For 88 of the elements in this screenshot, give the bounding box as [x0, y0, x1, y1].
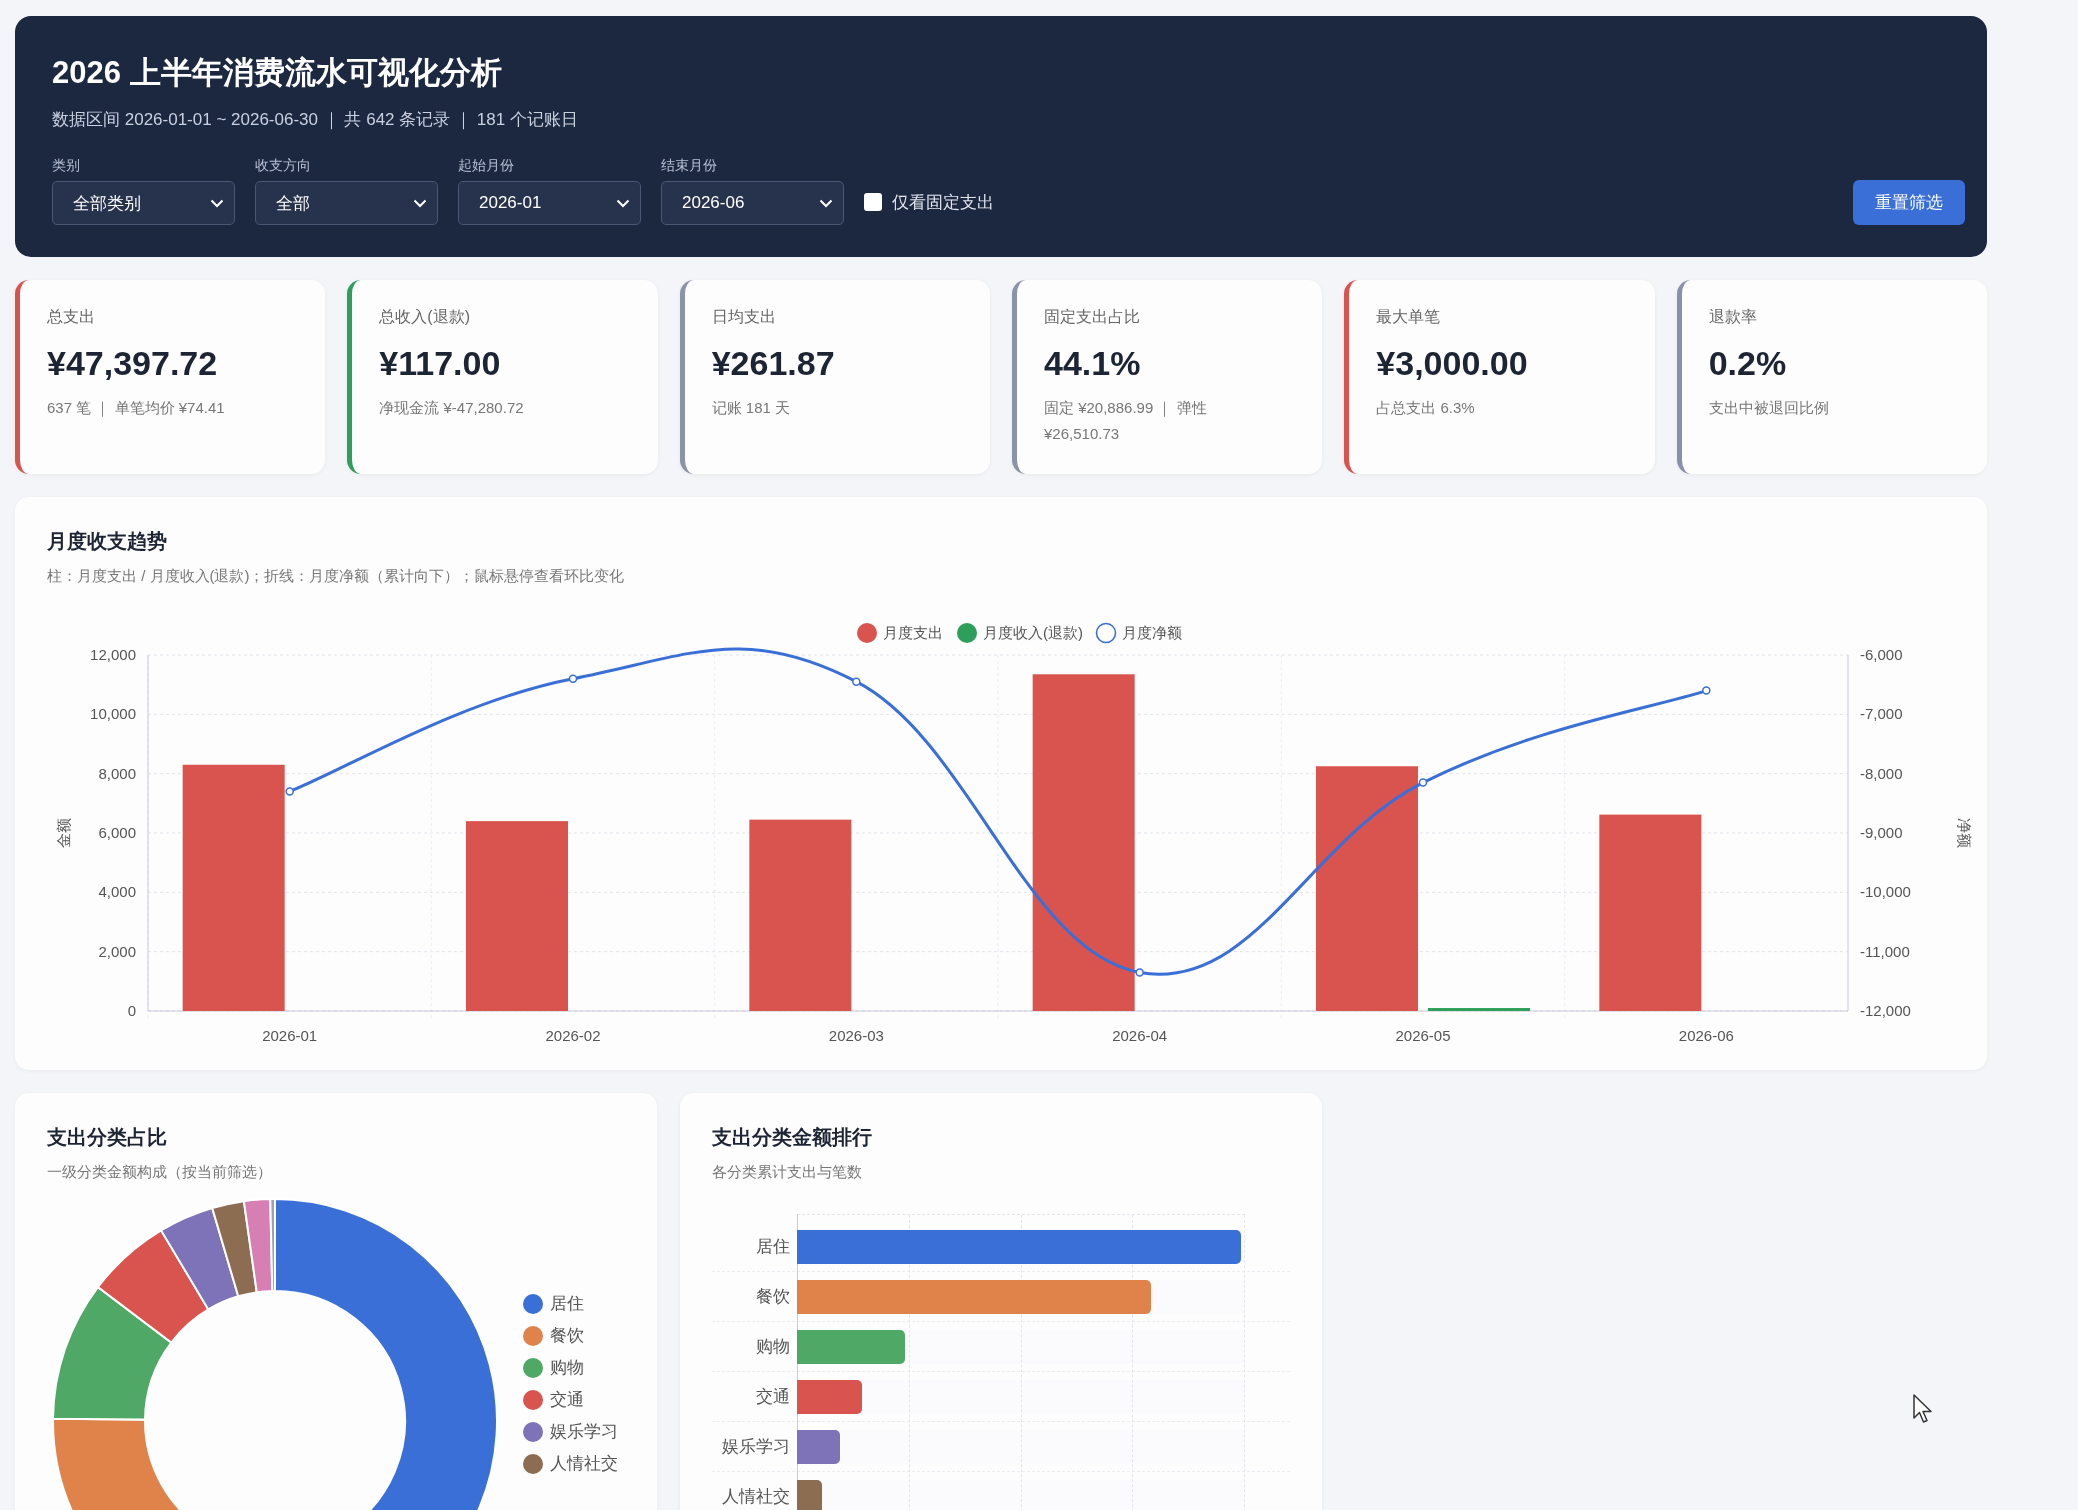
category-label: 人情社交	[721, 1486, 791, 1509]
kpi-value: 44.1%	[1044, 344, 1142, 384]
category-label: 娱乐学习	[721, 1436, 791, 1459]
legend-label: 月度收入(退款)	[983, 624, 1083, 642]
axis-tick-label: 2026-06	[1678, 1027, 1734, 1045]
kpi-note: 记账 181 天	[711, 398, 792, 419]
kpi-note: 支出中被退回比例	[1708, 398, 1830, 419]
legend-item[interactable]: 月度支出	[857, 623, 943, 644]
dropdown[interactable]: 全部	[255, 181, 438, 226]
point	[1702, 686, 1711, 696]
axis-tick-label: 2026-05	[1395, 1027, 1451, 1045]
chevron-icon	[819, 198, 833, 208]
axis-tick-label: -6,000	[1860, 646, 1903, 664]
chevron-icon	[413, 198, 427, 208]
axis-tick-label: 2026-03	[828, 1027, 884, 1045]
filter-label: 类别	[52, 157, 81, 176]
point	[568, 674, 578, 684]
kpi-value: ¥261.87	[711, 344, 836, 384]
legend-item[interactable]: 餐饮	[523, 1324, 618, 1348]
card-title: 支出分类占比	[47, 1125, 168, 1151]
point	[285, 787, 294, 796]
legend-item[interactable]: 购物	[523, 1356, 618, 1380]
axis-tick-label: 8,000	[98, 764, 136, 782]
kpi-note: 固定 ¥20,886.99 ｜ 弹性 ¥26,510.73	[1044, 398, 1208, 444]
legend-item[interactable]: 娱乐学习	[523, 1420, 618, 1444]
legend-item[interactable]: 居住	[523, 1292, 618, 1316]
axis-tick-label: -12,000	[1860, 1002, 1911, 1020]
kpi-note: 净现金流 ¥-47,280.72	[379, 398, 525, 419]
card-subtitle: 各分类累计支出与笔数	[712, 1163, 863, 1183]
kpi-note: 637 笔 ｜ 单笔均价 ¥74.41	[47, 398, 226, 419]
legend-item[interactable]: 月度净额	[1095, 622, 1182, 644]
category-label: 居住	[755, 1236, 791, 1259]
axis-tick-label: -11,000	[1860, 942, 1910, 960]
axis-title: 金额	[55, 818, 72, 849]
axis-tick-label: 2026-04	[1112, 1027, 1168, 1045]
filter-label: 收支方向	[255, 157, 312, 176]
point	[1135, 968, 1144, 977]
checkbox[interactable]	[864, 193, 882, 212]
axis-tick-label: 10,000	[90, 705, 136, 723]
cursor-icon	[1913, 1394, 1933, 1424]
axis-tick-label: 6,000	[98, 824, 136, 842]
axis-tick-label: -8,000	[1860, 764, 1903, 782]
dropdown[interactable]: 2026-06	[661, 181, 844, 226]
page-title: 2026 上半年消费流水可视化分析	[52, 54, 503, 92]
card-title: 月度收支趋势	[47, 529, 168, 555]
kpi-value: ¥3,000.00	[1376, 344, 1529, 384]
kpi-value: ¥117.00	[379, 344, 502, 384]
kpi-note: 占总支出 6.3%	[1376, 398, 1476, 419]
kpi-label: 总支出	[47, 307, 96, 328]
axis-tick-label: -9,000	[1860, 824, 1903, 842]
axis-tick-label: 12,000	[90, 646, 136, 664]
card-subtitle: 柱：月度支出 / 月度收入(退款)；折线：月度净额（累计向下）；鼠标悬停查看环比变化	[47, 567, 626, 587]
kpi-label: 总收入(退款)	[379, 307, 471, 328]
legend-item[interactable]: 月度收入(退款)	[957, 623, 1083, 644]
kpi-label: 最大单笔	[1376, 307, 1442, 328]
legend-item[interactable]: 交通	[523, 1388, 618, 1412]
fixed-only-checkbox[interactable]: 仅看固定支出	[864, 190, 994, 214]
kpi-label: 固定支出占比	[1044, 307, 1141, 328]
chevron-icon	[210, 198, 224, 208]
card-subtitle: 一级分类金额构成（按当前筛选）	[47, 1163, 273, 1183]
category-label: 购物	[755, 1336, 791, 1359]
axis-tick-label: 2026-02	[545, 1027, 601, 1045]
axis-title: 净额	[1956, 818, 1973, 849]
dropdown[interactable]: 全部类别	[52, 181, 235, 226]
card-title: 支出分类金额排行	[712, 1125, 873, 1151]
chevron-icon	[616, 198, 630, 208]
reset-filter-button[interactable]: 重置筛选	[1853, 180, 1965, 226]
filter-label: 起始月份	[458, 157, 515, 176]
kpi-value: ¥47,397.72	[47, 344, 219, 384]
filter-label: 结束月份	[661, 157, 718, 176]
dropdown[interactable]: 2026-01	[458, 181, 641, 226]
axis-tick-label: -7,000	[1860, 705, 1903, 723]
axis-tick-label: -10,000	[1860, 883, 1911, 901]
kpi-label: 日均支出	[711, 307, 777, 328]
axis-tick-label: 4,000	[98, 883, 136, 901]
legend-item[interactable]: 人情社交	[523, 1452, 618, 1476]
axis-tick-label: 2,000	[98, 942, 136, 960]
point	[852, 677, 861, 687]
axis-tick-label: 0	[127, 1002, 136, 1020]
category-label: 交通	[755, 1386, 791, 1409]
axis-tick-label: 2026-01	[262, 1027, 318, 1045]
legend-label: 月度净额	[1122, 624, 1182, 642]
point	[1418, 778, 1428, 787]
data-summary: 数据区间 2026-01-01 ~ 2026-06-30 ｜ 共 642 条记录 ｜ 181 个记账日	[52, 109, 579, 132]
kpi-label: 退款率	[1708, 307, 1758, 328]
category-label: 餐饮	[755, 1286, 791, 1309]
kpi-value: 0.2%	[1708, 344, 1788, 384]
legend-label: 月度支出	[883, 624, 943, 642]
